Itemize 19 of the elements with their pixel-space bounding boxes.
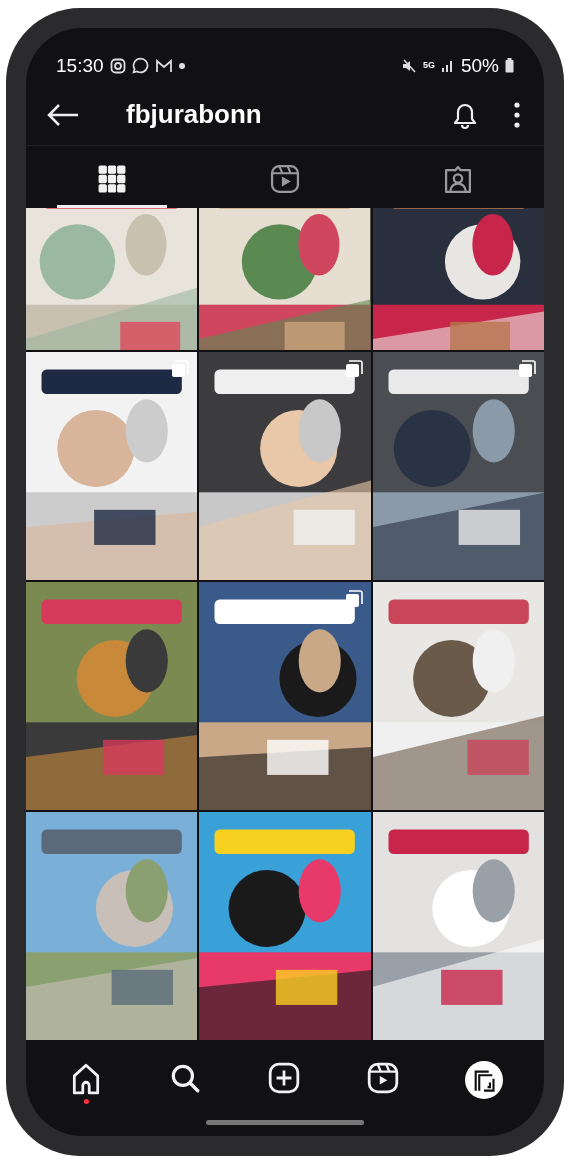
- profile-avatar-icon[interactable]: [464, 1061, 503, 1099]
- chat-app-icon: [131, 57, 149, 75]
- profile-username: fbjurabonn: [126, 98, 263, 131]
- notification-dot-icon: [178, 62, 185, 69]
- back-arrow-icon[interactable]: [46, 102, 80, 127]
- battery-percentage: 50%: [460, 53, 499, 78]
- grid-icon: [97, 163, 128, 194]
- reels-icon: [270, 163, 300, 194]
- camera-app-icon: [109, 57, 126, 74]
- mail-app-icon: [154, 58, 173, 73]
- reels-icon[interactable]: [365, 1061, 400, 1095]
- person-tag-icon: [442, 163, 473, 194]
- create-post-icon[interactable]: [267, 1061, 301, 1095]
- status-time: 15:30: [56, 53, 104, 78]
- more-options-icon[interactable]: [514, 101, 520, 128]
- signal-icon: [440, 58, 455, 73]
- battery-icon: [505, 58, 514, 74]
- mute-icon: [400, 57, 417, 74]
- network-label: 5G: [422, 61, 435, 71]
